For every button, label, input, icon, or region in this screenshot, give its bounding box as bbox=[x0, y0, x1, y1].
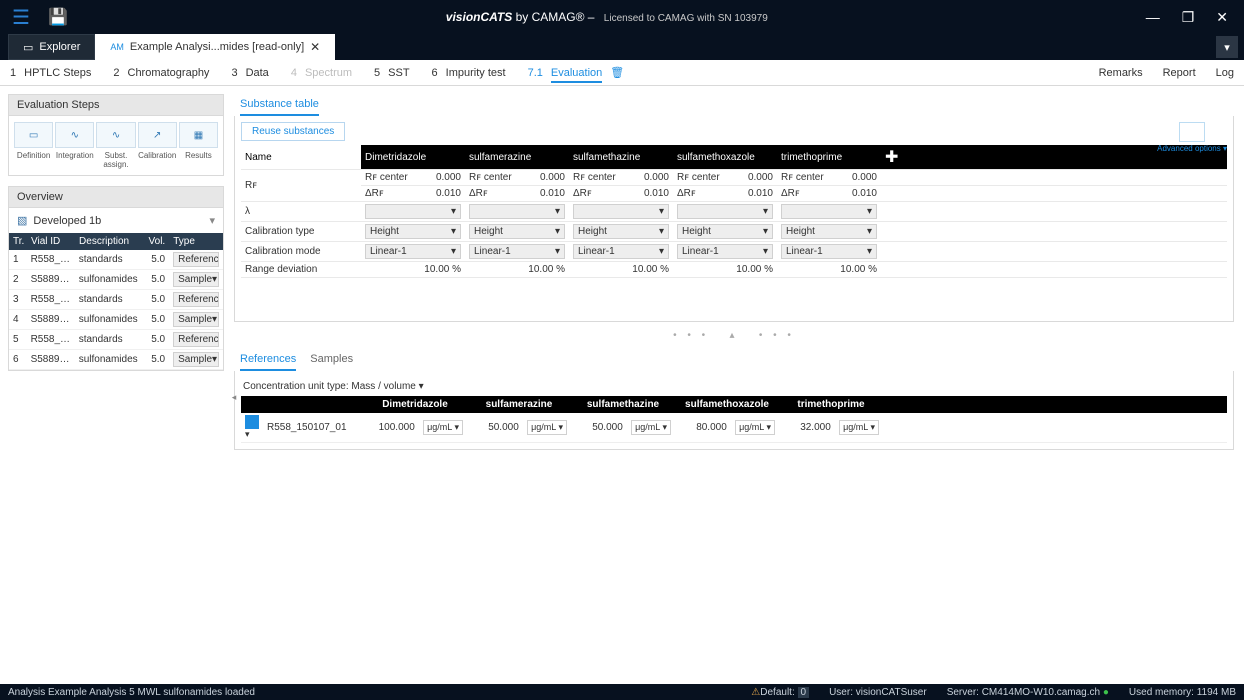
panel-overview: Overview ▧ Developed 1b▾ Tr. Vial ID Des… bbox=[8, 186, 224, 371]
step-chromatography[interactable]: 2Chromatography bbox=[113, 67, 209, 79]
evalstep-subst-assign[interactable]: ∿Subst. assign. bbox=[95, 122, 136, 169]
concentration-selector[interactable]: Mass / volume ▾ bbox=[351, 381, 423, 392]
window-title: visionCATS by CAMAG® – Licensed to CAMAG… bbox=[68, 10, 1146, 24]
table-row[interactable]: 1R558_1...standards5.0Reference▾ bbox=[9, 250, 223, 270]
tab-substance-table[interactable]: Substance table bbox=[240, 98, 319, 116]
type-selector[interactable]: Reference▾ bbox=[173, 292, 219, 307]
lambda-selector[interactable]: ▾ bbox=[469, 204, 565, 219]
tab-samples[interactable]: Samples bbox=[310, 353, 353, 371]
substance-table-panel: Advanced options ▾ Reuse substances Name… bbox=[234, 116, 1234, 322]
collapse-left-icon[interactable]: ◂ bbox=[230, 385, 238, 409]
caltype-selector[interactable]: Height▾ bbox=[469, 224, 565, 239]
status-default: ⚠Default: 0 bbox=[751, 687, 809, 698]
calmode-selector[interactable]: Linear-1▾ bbox=[781, 244, 877, 259]
document-tabs: ▭ Explorer AM Example Analysi...mides [r… bbox=[0, 34, 1244, 60]
panel-title: Evaluation Steps bbox=[9, 95, 223, 116]
unit-selector[interactable]: μg/mL ▾ bbox=[839, 420, 879, 435]
references-panel: Concentration unit type: Mass / volume ▾… bbox=[234, 371, 1234, 450]
maximize-icon[interactable]: ❐ bbox=[1182, 9, 1195, 26]
workflow-steps: 1HPTLC Steps 2Chromatography 3Data 4Spec… bbox=[0, 60, 1244, 86]
link-log[interactable]: Log bbox=[1216, 67, 1234, 79]
calmode-selector[interactable]: Linear-1▾ bbox=[573, 244, 669, 259]
panel-title: Overview bbox=[9, 187, 223, 208]
splitter-handle[interactable]: • • • ▴ • • • bbox=[234, 328, 1234, 343]
step-evaluation[interactable]: 7.1Evaluation🗑 bbox=[528, 66, 625, 79]
step-spectrum: 4Spectrum bbox=[291, 67, 352, 79]
link-report[interactable]: Report bbox=[1163, 67, 1196, 79]
step-impurity[interactable]: 6Impurity test bbox=[432, 67, 506, 79]
substance-table: NameDimetridazolesulfamerazinesulfametha… bbox=[241, 145, 1227, 278]
status-server: Server: CM414MO-W10.camag.ch ● bbox=[947, 687, 1109, 698]
developed-selector[interactable]: ▧ Developed 1b▾ bbox=[9, 208, 223, 233]
add-column-button[interactable]: ✚ bbox=[881, 145, 947, 170]
table-row[interactable]: 3R558_1...standards5.0Reference▾ bbox=[9, 290, 223, 310]
unit-selector[interactable]: μg/mL ▾ bbox=[735, 420, 775, 435]
panel-evaluation-steps: Evaluation Steps ▭Definition ∿Integratio… bbox=[8, 94, 224, 176]
calmode-selector[interactable]: Linear-1▾ bbox=[677, 244, 773, 259]
step-hptlc[interactable]: 1HPTLC Steps bbox=[10, 67, 91, 79]
table-row[interactable]: 6S5889_...sulfonamides5.0Sample▾ bbox=[9, 350, 223, 370]
row-color-swatch[interactable] bbox=[245, 415, 259, 429]
tabs-overflow-button[interactable]: ▾ bbox=[1216, 36, 1238, 58]
advanced-options-button[interactable]: Advanced options ▾ bbox=[1157, 122, 1227, 153]
layers-icon: ▧ bbox=[17, 214, 27, 227]
caltype-selector[interactable]: Height▾ bbox=[365, 224, 461, 239]
lambda-selector[interactable]: ▾ bbox=[573, 204, 669, 219]
status-message: Analysis Example Analysis 5 MWL sulfonam… bbox=[8, 687, 255, 698]
type-selector[interactable]: Sample▾ bbox=[173, 352, 219, 367]
statusbar: Analysis Example Analysis 5 MWL sulfonam… bbox=[0, 684, 1244, 700]
unit-selector[interactable]: μg/mL ▾ bbox=[631, 420, 671, 435]
calmode-selector[interactable]: Linear-1▾ bbox=[469, 244, 565, 259]
close-icon[interactable]: ✕ bbox=[1216, 9, 1228, 26]
type-selector[interactable]: Reference▾ bbox=[173, 252, 219, 267]
caltype-selector[interactable]: Height▾ bbox=[781, 224, 877, 239]
folder-icon: ▭ bbox=[23, 41, 33, 54]
evalstep-calibration[interactable]: ↗Calibration bbox=[137, 122, 178, 169]
table-row[interactable]: 2S5889_...sulfonamides5.0Sample▾ bbox=[9, 270, 223, 290]
minimize-icon[interactable]: — bbox=[1146, 9, 1160, 26]
unit-selector[interactable]: μg/mL ▾ bbox=[423, 420, 463, 435]
step-data[interactable]: 3Data bbox=[231, 67, 268, 79]
type-selector[interactable]: Sample▾ bbox=[173, 272, 219, 287]
evalstep-definition[interactable]: ▭Definition bbox=[13, 122, 54, 169]
menu-icon[interactable]: ☰ bbox=[12, 5, 30, 30]
chevron-down-icon[interactable]: ▾ bbox=[245, 429, 250, 439]
lambda-selector[interactable]: ▾ bbox=[781, 204, 877, 219]
evalstep-integration[interactable]: ∿Integration bbox=[54, 122, 95, 169]
link-remarks[interactable]: Remarks bbox=[1099, 67, 1143, 79]
tab-references[interactable]: References bbox=[240, 353, 296, 371]
tab-document[interactable]: AM Example Analysi...mides [read-only] ✕ bbox=[95, 34, 335, 60]
tab-close-icon[interactable]: ✕ bbox=[310, 40, 320, 54]
reuse-substances-button[interactable]: Reuse substances bbox=[241, 122, 345, 141]
concentration-label: Concentration unit type: bbox=[243, 381, 349, 392]
calmode-selector[interactable]: Linear-1▾ bbox=[365, 244, 461, 259]
delete-icon[interactable]: 🗑 bbox=[610, 66, 624, 79]
type-selector[interactable]: Sample▾ bbox=[173, 312, 219, 327]
overview-table-header: Tr. Vial ID Description Vol. Type bbox=[9, 233, 223, 250]
unit-selector[interactable]: μg/mL ▾ bbox=[527, 420, 567, 435]
type-selector[interactable]: Reference▾ bbox=[173, 332, 219, 347]
caltype-selector[interactable]: Height▾ bbox=[573, 224, 669, 239]
evalstep-results[interactable]: ▦Results bbox=[178, 122, 219, 169]
status-memory: Used memory: 1194 MB bbox=[1129, 687, 1236, 698]
lambda-selector[interactable]: ▾ bbox=[677, 204, 773, 219]
titlebar: ☰ 💾 visionCATS by CAMAG® – Licensed to C… bbox=[0, 0, 1244, 34]
references-table: Dimetridazolesulfamerazinesulfamethazine… bbox=[241, 396, 1227, 443]
step-sst[interactable]: 5SST bbox=[374, 67, 410, 79]
status-user: User: visionCATSuser bbox=[829, 687, 927, 698]
tab-explorer[interactable]: ▭ Explorer bbox=[8, 34, 95, 60]
table-row[interactable]: 5R558_1...standards5.0Reference▾ bbox=[9, 330, 223, 350]
table-row[interactable]: 4S5889_...sulfonamides5.0Sample▾ bbox=[9, 310, 223, 330]
caltype-selector[interactable]: Height▾ bbox=[677, 224, 773, 239]
lambda-selector[interactable]: ▾ bbox=[365, 204, 461, 219]
save-icon[interactable]: 💾 bbox=[48, 7, 68, 27]
analysis-icon: AM bbox=[110, 42, 124, 52]
